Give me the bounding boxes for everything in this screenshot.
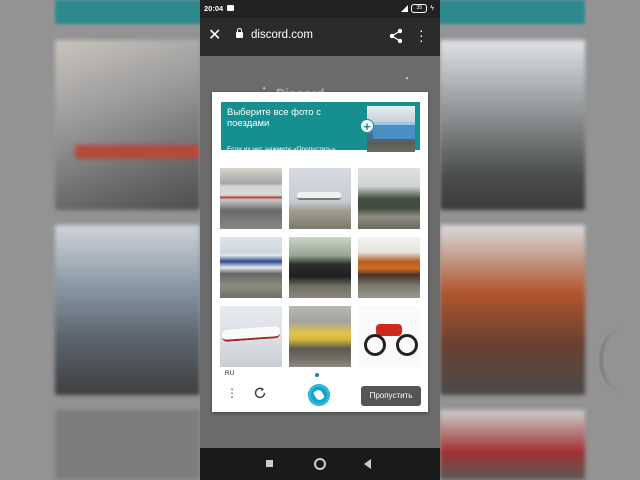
recents-button[interactable] (266, 460, 273, 467)
image-grid (220, 168, 420, 367)
grid-tile-5[interactable] (289, 237, 351, 298)
prompt-subtitle: Если их нет, нажмите «Пропустить» (227, 146, 336, 153)
background-tile (55, 225, 200, 395)
grid-tile-1[interactable] (220, 168, 282, 229)
status-time: 20:04 (204, 4, 224, 13)
example-image (367, 106, 415, 152)
close-icon[interactable]: ✕ (208, 26, 221, 46)
grid-tile-4[interactable] (220, 237, 282, 298)
android-nav-bar (200, 448, 440, 480)
camera-icon (227, 5, 234, 11)
grid-tile-2[interactable] (289, 168, 351, 229)
signal-icon (401, 5, 409, 12)
hcaptcha-logo (308, 384, 330, 406)
plus-icon: + (360, 119, 374, 134)
skip-button[interactable]: Пропустить (361, 386, 421, 406)
url-text[interactable]: discord.com (251, 29, 313, 41)
browser-toolbar: ✕ discord.com · · · (200, 18, 440, 56)
background-tile (440, 40, 585, 210)
decor-star: ✦ (405, 76, 410, 82)
status-bar: 20:04 35 ϟ (200, 0, 440, 18)
background-tile (55, 410, 200, 480)
prompt-title: Выберите все фото с поездами (227, 107, 321, 129)
back-button[interactable] (364, 459, 371, 469)
share-icon[interactable] (388, 28, 404, 44)
background-tile (440, 410, 585, 480)
grid-tile-6[interactable] (358, 237, 420, 298)
grid-tile-8[interactable] (289, 306, 351, 367)
page-indicator (315, 373, 319, 377)
background-decoration (600, 330, 640, 390)
background-tile (440, 225, 585, 395)
example-train (373, 122, 415, 139)
grid-tile-3[interactable] (358, 168, 420, 229)
refresh-icon[interactable] (253, 386, 267, 400)
lock-icon (236, 28, 243, 38)
captcha-dialog: Выберите все фото с поездами Если их нет… (212, 92, 428, 412)
charging-icon: ϟ (430, 5, 434, 12)
background-tile (55, 40, 200, 210)
language-selector[interactable]: RU (225, 370, 234, 377)
more-options-icon[interactable]: · · · (419, 23, 424, 47)
status-icons: 35 ϟ (401, 4, 434, 13)
grid-tile-7[interactable] (220, 306, 282, 367)
home-button[interactable] (314, 458, 326, 470)
menu-icon[interactable]: · · · (229, 382, 235, 403)
grid-tile-9[interactable] (358, 306, 420, 367)
battery-icon: 35 (411, 4, 428, 13)
captcha-prompt: Выберите все фото с поездами Если их нет… (221, 102, 420, 153)
